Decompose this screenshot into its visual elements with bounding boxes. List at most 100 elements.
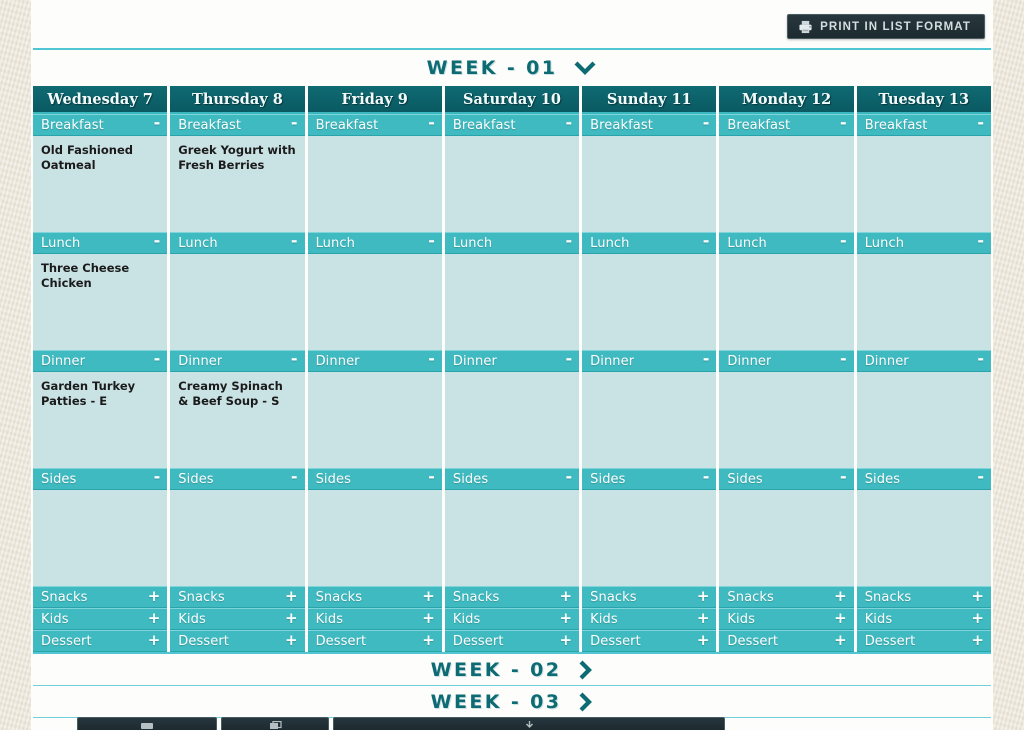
week-header-02[interactable]: WEEK - 02 bbox=[31, 654, 993, 685]
meal-entry[interactable]: Creamy Spinach & Beef Soup - S bbox=[178, 379, 296, 410]
collapse-toggle-icon[interactable]: - bbox=[291, 114, 298, 136]
meal-bar-sides[interactable]: Sides - bbox=[170, 468, 305, 490]
chevron-down-icon[interactable] bbox=[573, 60, 597, 76]
collapse-toggle-icon[interactable]: - bbox=[840, 232, 847, 254]
meal-bar-kids[interactable]: Kids + bbox=[307, 608, 442, 630]
meal-body-breakfast[interactable] bbox=[444, 136, 580, 232]
meal-entry[interactable]: Greek Yogurt with Fresh Berries bbox=[178, 143, 296, 174]
meal-bar-dessert[interactable]: Dessert + bbox=[719, 630, 854, 652]
collapse-toggle-icon[interactable]: - bbox=[565, 468, 572, 490]
collapse-toggle-icon[interactable]: - bbox=[840, 114, 847, 136]
meal-body-breakfast[interactable] bbox=[719, 136, 854, 232]
meal-bar-sides[interactable]: Sides - bbox=[582, 468, 717, 490]
expand-toggle-icon[interactable]: + bbox=[148, 632, 161, 650]
chevron-right-icon[interactable] bbox=[577, 659, 593, 681]
bottom-button-download[interactable] bbox=[333, 717, 725, 730]
expand-toggle-icon[interactable]: + bbox=[422, 588, 435, 606]
collapse-toggle-icon[interactable]: - bbox=[154, 468, 161, 490]
expand-toggle-icon[interactable]: + bbox=[834, 610, 847, 628]
meal-bar-dinner[interactable]: Dinner - bbox=[33, 350, 168, 372]
meal-bar-lunch[interactable]: Lunch - bbox=[33, 232, 168, 254]
meal-body-dinner[interactable]: Garden Turkey Patties - E bbox=[33, 372, 168, 468]
meal-bar-snacks[interactable]: Snacks + bbox=[582, 586, 717, 608]
collapse-toggle-icon[interactable]: - bbox=[977, 350, 984, 372]
meal-bar-snacks[interactable]: Snacks + bbox=[307, 586, 442, 608]
meal-body-lunch[interactable] bbox=[719, 254, 854, 350]
expand-toggle-icon[interactable]: + bbox=[834, 632, 847, 650]
meal-bar-lunch[interactable]: Lunch - bbox=[170, 232, 305, 254]
meal-body-dinner[interactable] bbox=[582, 372, 717, 468]
collapse-toggle-icon[interactable]: - bbox=[154, 232, 161, 254]
collapse-toggle-icon[interactable]: - bbox=[840, 468, 847, 490]
meal-bar-dessert[interactable]: Dessert + bbox=[33, 630, 168, 652]
meal-body-sides[interactable] bbox=[170, 490, 305, 586]
meal-entry[interactable]: Three Cheese Chicken bbox=[41, 261, 159, 292]
meal-body-sides[interactable] bbox=[582, 490, 717, 586]
meal-body-sides[interactable] bbox=[33, 490, 168, 586]
meal-bar-sides[interactable]: Sides - bbox=[444, 468, 580, 490]
collapse-toggle-icon[interactable]: - bbox=[154, 114, 161, 136]
meal-bar-kids[interactable]: Kids + bbox=[444, 608, 580, 630]
meal-bar-dessert[interactable]: Dessert + bbox=[582, 630, 717, 652]
expand-toggle-icon[interactable]: + bbox=[560, 610, 573, 628]
meal-bar-kids[interactable]: Kids + bbox=[719, 608, 854, 630]
collapse-toggle-icon[interactable]: - bbox=[291, 232, 298, 254]
meal-body-breakfast[interactable] bbox=[307, 136, 442, 232]
meal-bar-lunch[interactable]: Lunch - bbox=[856, 232, 991, 254]
collapse-toggle-icon[interactable]: - bbox=[154, 350, 161, 372]
meal-bar-snacks[interactable]: Snacks + bbox=[444, 586, 580, 608]
expand-toggle-icon[interactable]: + bbox=[285, 588, 298, 606]
meal-bar-sides[interactable]: Sides - bbox=[856, 468, 991, 490]
meal-bar-snacks[interactable]: Snacks + bbox=[170, 586, 305, 608]
collapse-toggle-icon[interactable]: - bbox=[977, 232, 984, 254]
meal-bar-breakfast[interactable]: Breakfast - bbox=[444, 114, 580, 136]
bottom-button-copy[interactable] bbox=[221, 717, 329, 730]
meal-bar-dinner[interactable]: Dinner - bbox=[582, 350, 717, 372]
meal-body-breakfast[interactable] bbox=[582, 136, 717, 232]
collapse-toggle-icon[interactable]: - bbox=[565, 232, 572, 254]
expand-toggle-icon[interactable]: + bbox=[560, 632, 573, 650]
meal-bar-sides[interactable]: Sides - bbox=[33, 468, 168, 490]
meal-bar-dessert[interactable]: Dessert + bbox=[170, 630, 305, 652]
expand-toggle-icon[interactable]: + bbox=[148, 610, 161, 628]
expand-toggle-icon[interactable]: + bbox=[971, 610, 984, 628]
meal-body-lunch[interactable]: Three Cheese Chicken bbox=[33, 254, 168, 350]
week-header-03[interactable]: WEEK - 03 bbox=[31, 686, 993, 717]
meal-bar-kids[interactable]: Kids + bbox=[170, 608, 305, 630]
collapse-toggle-icon[interactable]: - bbox=[703, 114, 710, 136]
meal-bar-breakfast[interactable]: Breakfast - bbox=[582, 114, 717, 136]
meal-bar-dinner[interactable]: Dinner - bbox=[170, 350, 305, 372]
collapse-toggle-icon[interactable]: - bbox=[977, 114, 984, 136]
expand-toggle-icon[interactable]: + bbox=[285, 632, 298, 650]
collapse-toggle-icon[interactable]: - bbox=[291, 350, 298, 372]
collapse-toggle-icon[interactable]: - bbox=[703, 468, 710, 490]
expand-toggle-icon[interactable]: + bbox=[697, 610, 710, 628]
meal-bar-dinner[interactable]: Dinner - bbox=[719, 350, 854, 372]
meal-body-lunch[interactable] bbox=[444, 254, 580, 350]
collapse-toggle-icon[interactable]: - bbox=[565, 350, 572, 372]
expand-toggle-icon[interactable]: + bbox=[971, 588, 984, 606]
expand-toggle-icon[interactable]: + bbox=[697, 632, 710, 650]
collapse-toggle-icon[interactable]: - bbox=[428, 114, 435, 136]
meal-body-dinner[interactable] bbox=[719, 372, 854, 468]
collapse-toggle-icon[interactable]: - bbox=[428, 350, 435, 372]
collapse-toggle-icon[interactable]: - bbox=[428, 232, 435, 254]
print-in-list-format-button[interactable]: PRINT IN LIST FORMAT bbox=[787, 14, 985, 39]
collapse-toggle-icon[interactable]: - bbox=[703, 232, 710, 254]
meal-bar-kids[interactable]: Kids + bbox=[856, 608, 991, 630]
meal-bar-lunch[interactable]: Lunch - bbox=[582, 232, 717, 254]
meal-bar-dessert[interactable]: Dessert + bbox=[444, 630, 580, 652]
meal-bar-dessert[interactable]: Dessert + bbox=[307, 630, 442, 652]
meal-bar-kids[interactable]: Kids + bbox=[33, 608, 168, 630]
expand-toggle-icon[interactable]: + bbox=[422, 632, 435, 650]
collapse-toggle-icon[interactable]: - bbox=[565, 114, 572, 136]
meal-entry[interactable]: Garden Turkey Patties - E bbox=[41, 379, 159, 410]
meal-bar-lunch[interactable]: Lunch - bbox=[444, 232, 580, 254]
meal-body-lunch[interactable] bbox=[307, 254, 442, 350]
expand-toggle-icon[interactable]: + bbox=[560, 588, 573, 606]
expand-toggle-icon[interactable]: + bbox=[422, 610, 435, 628]
meal-bar-dinner[interactable]: Dinner - bbox=[307, 350, 442, 372]
meal-body-breakfast[interactable]: Greek Yogurt with Fresh Berries bbox=[170, 136, 305, 232]
collapse-toggle-icon[interactable]: - bbox=[703, 350, 710, 372]
meal-body-sides[interactable] bbox=[856, 490, 991, 586]
